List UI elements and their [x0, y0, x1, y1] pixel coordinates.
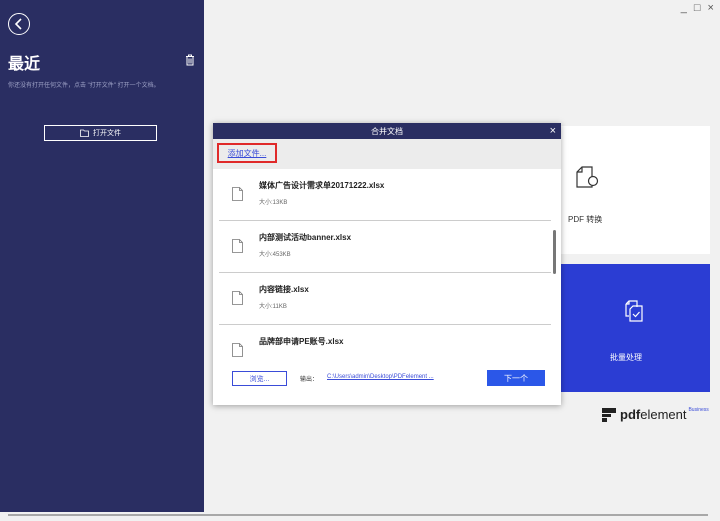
dialog-toolbar: 添加文件...	[213, 139, 561, 169]
sidebar: 最近 你还没有打开任何文件，点击 "打开文件" 打开一个文档。 打开文件	[0, 0, 204, 512]
batch-process-card[interactable]: 批量处理	[558, 264, 710, 392]
document-icon	[232, 291, 243, 305]
file-name: 内部测试活动banner.xlsx	[259, 233, 352, 242]
chevron-left-icon	[14, 18, 22, 30]
recent-title: 最近	[8, 56, 41, 73]
browse-button[interactable]: 浏览...	[232, 371, 287, 386]
merge-dialog: 合并文档 × 添加文件... 媒体广告设计需求单20171222.xlsx 大小…	[213, 123, 561, 405]
file-list-scrollbar[interactable]	[553, 230, 556, 274]
pdf-convert-label: PDF 转换	[568, 215, 603, 224]
brand-edition: Business	[688, 407, 709, 413]
next-button[interactable]: 下一个	[487, 370, 545, 386]
bottom-divider	[8, 514, 708, 516]
file-name: 内容链接.xlsx	[259, 285, 309, 294]
file-size: 大小:13KB	[259, 200, 288, 206]
file-name: 媒体广告设计需求单20171222.xlsx	[259, 181, 385, 190]
file-list-item[interactable]: 内部测试活动banner.xlsx 大小:453KB	[219, 222, 551, 273]
file-list: 媒体广告设计需求单20171222.xlsx 大小:13KB 内部测试活动ban…	[213, 170, 561, 362]
dialog-title: 合并文档	[371, 126, 403, 136]
trash-icon[interactable]	[185, 54, 195, 66]
open-file-label: 打开文件	[93, 130, 121, 137]
open-file-button[interactable]: 打开文件	[44, 125, 157, 141]
window-controls[interactable]: _ □ ×	[681, 2, 716, 14]
file-size: 大小:453KB	[259, 252, 291, 258]
document-icon	[232, 239, 243, 253]
file-list-item[interactable]: 品牌部申请PE账号.xlsx	[219, 326, 551, 362]
pdfelement-logo-icon	[602, 407, 616, 422]
document-icon	[232, 343, 243, 357]
back-button[interactable]	[8, 13, 30, 35]
document-icon	[232, 187, 243, 201]
folder-icon	[80, 129, 89, 137]
output-label: 输出：	[300, 377, 319, 383]
batch-process-label: 批量处理	[610, 353, 642, 362]
file-size: 大小:11KB	[259, 304, 287, 310]
batch-icon	[625, 300, 643, 322]
close-icon[interactable]: ×	[550, 125, 556, 137]
file-list-item[interactable]: 媒体广告设计需求单20171222.xlsx 大小:13KB	[219, 170, 551, 221]
dialog-footer: 浏览... 输出： C:\Users\admin\Desktop\PDFelem…	[213, 362, 561, 405]
file-name: 品牌部申请PE账号.xlsx	[259, 337, 344, 346]
brand-logo: pdfelement Business	[602, 407, 709, 422]
pdf-convert-card[interactable]: PDF 转换	[558, 126, 710, 254]
convert-icon	[576, 166, 599, 188]
file-list-item[interactable]: 内容链接.xlsx 大小:11KB	[219, 274, 551, 325]
output-path-link[interactable]: C:\Users\admin\Desktop\PDFelement ...	[327, 374, 434, 380]
empty-hint: 你还没有打开任何文件，点击 "打开文件" 打开一个文档。	[8, 83, 160, 89]
add-files-link[interactable]: 添加文件...	[217, 143, 277, 163]
dialog-titlebar: 合并文档 ×	[213, 123, 561, 139]
brand-name: pdfelement	[620, 407, 687, 422]
